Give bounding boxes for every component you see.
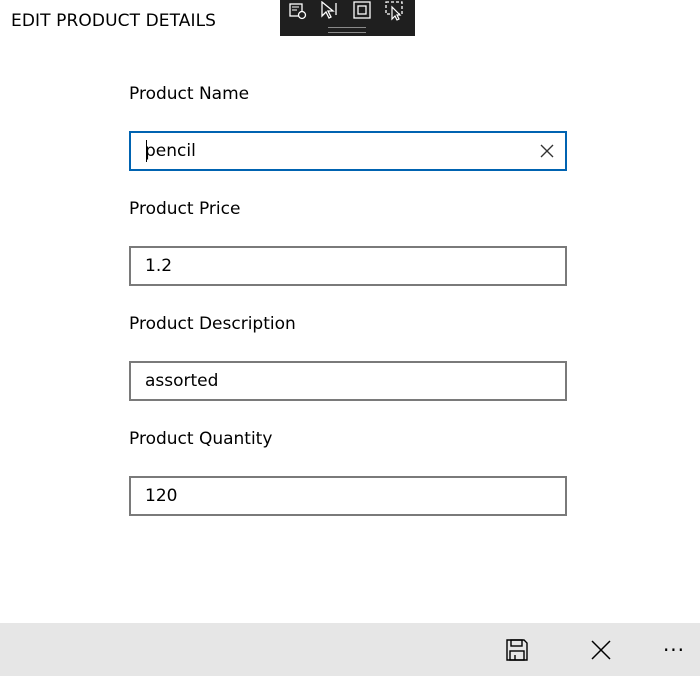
text-caret <box>146 140 147 162</box>
close-icon <box>540 144 554 158</box>
debug-toolbar <box>280 0 415 36</box>
toolbar-drag-handle[interactable] <box>328 27 366 33</box>
product-price-field <box>129 246 567 286</box>
close-icon <box>591 639 611 660</box>
edit-product-page: EDIT PRODUCT DETAILS Product Name pencil… <box>0 0 700 676</box>
product-price-input[interactable] <box>131 248 535 284</box>
pointer-icon[interactable] <box>319 1 341 21</box>
save-button[interactable] <box>493 623 541 676</box>
cancel-button[interactable] <box>577 623 625 676</box>
more-button[interactable]: ··· <box>650 623 698 676</box>
bounding-box-icon[interactable] <box>352 1 374 21</box>
clear-button[interactable] <box>535 139 559 163</box>
more-icon: ··· <box>662 637 686 662</box>
product-quantity-field <box>129 476 567 516</box>
product-name-field <box>129 131 567 171</box>
product-name-input[interactable] <box>131 133 535 169</box>
product-name-label: Product Name <box>129 84 250 104</box>
product-description-field <box>129 361 567 401</box>
product-quantity-label: Product Quantity <box>129 429 273 449</box>
product-quantity-input[interactable] <box>131 478 535 514</box>
command-bar: ··· <box>0 623 700 676</box>
product-description-label: Product Description <box>129 314 296 334</box>
track-focus-icon[interactable] <box>384 1 406 21</box>
product-description-input[interactable] <box>131 363 535 399</box>
save-icon <box>506 638 528 661</box>
page-title: EDIT PRODUCT DETAILS <box>11 11 217 31</box>
select-element-icon[interactable] <box>287 1 309 21</box>
product-price-label: Product Price <box>129 199 241 219</box>
